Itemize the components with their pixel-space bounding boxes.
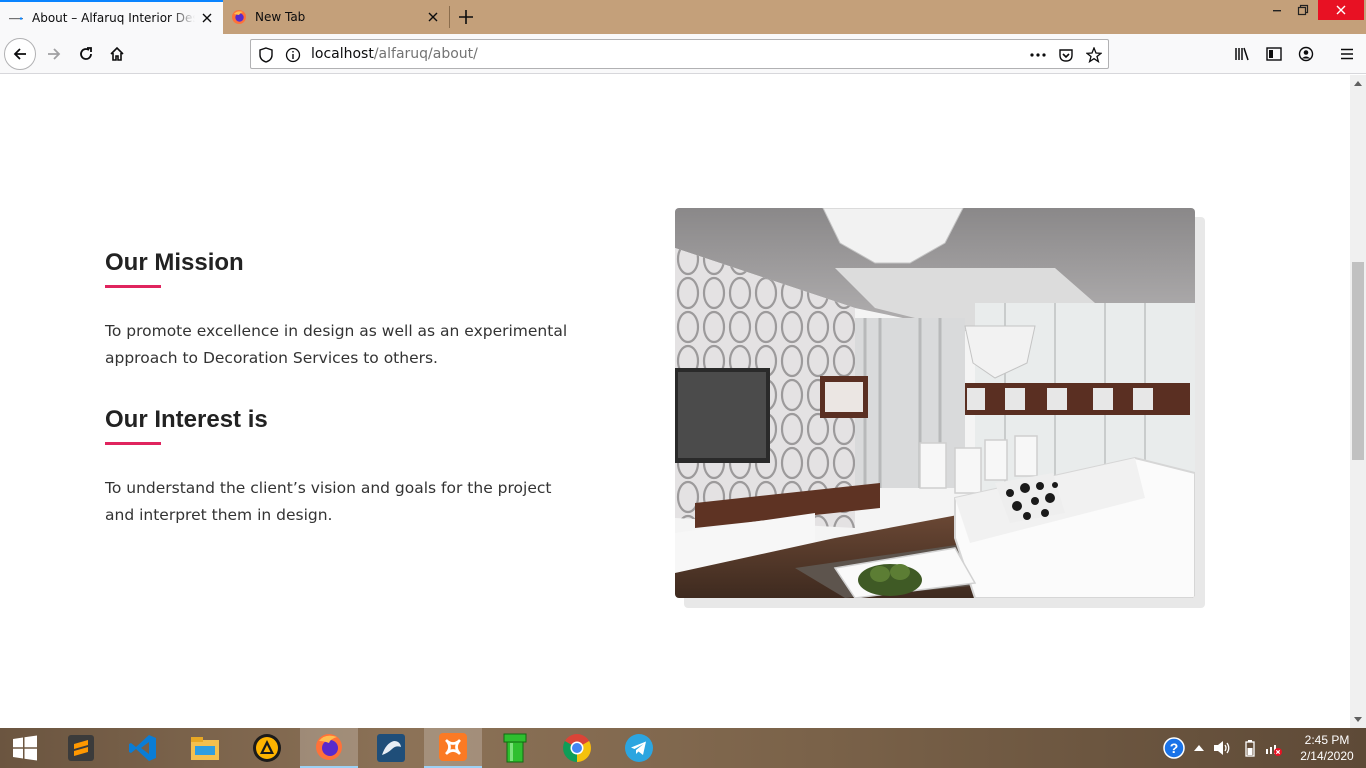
firefox-favicon-icon <box>231 9 247 25</box>
url-bar[interactable]: localhost/alfaruq/about/ <box>250 39 1109 69</box>
close-tab-icon[interactable] <box>195 6 219 30</box>
menu-button[interactable] <box>1331 38 1363 70</box>
library-icon <box>1235 47 1249 61</box>
scrollbar-thumb[interactable] <box>1352 262 1364 460</box>
sidebar-icon <box>1266 47 1282 61</box>
bookmark-star-icon[interactable] <box>1085 46 1103 64</box>
clock-date: 2/14/2020 <box>1300 749 1354 763</box>
restore-window-icon[interactable] <box>1291 0 1315 20</box>
interest-text: To understand the client’s vision and go… <box>105 479 552 524</box>
browser-titlebar: About – Alfaruq Interior Design New Tab <box>0 0 1366 34</box>
network-disconnected-icon[interactable] <box>1262 728 1284 768</box>
show-hidden-icons-chevron-icon[interactable] <box>1190 728 1208 768</box>
site-info-icon[interactable] <box>284 46 302 64</box>
tab-about[interactable]: About – Alfaruq Interior Design <box>0 0 223 34</box>
sidebar-button[interactable] <box>1258 38 1290 70</box>
close-window-icon[interactable] <box>1318 0 1364 20</box>
home-button[interactable] <box>101 38 133 70</box>
battery-icon[interactable] <box>1240 728 1260 768</box>
scroll-up-arrow-icon[interactable] <box>1353 78 1363 88</box>
page-actions-icon[interactable] <box>1029 46 1047 64</box>
file-explorer-icon[interactable] <box>176 728 234 768</box>
loading-favicon-icon <box>8 10 24 26</box>
interest-heading: Our Interest is <box>105 406 268 433</box>
aimp-icon[interactable] <box>238 728 296 768</box>
page-scrollbar[interactable] <box>1350 75 1366 728</box>
windows-taskbar: ? 2:45 PM 2/14/2020 <box>0 728 1366 768</box>
vscode-icon[interactable] <box>114 728 172 768</box>
forward-button[interactable] <box>38 38 70 70</box>
telegram-icon[interactable] <box>610 728 668 768</box>
browser-navbar: localhost/alfaruq/about/ <box>0 34 1366 74</box>
volume-icon[interactable] <box>1210 728 1234 768</box>
sublime-text-icon[interactable] <box>52 728 110 768</box>
interest-heading-underline <box>105 442 161 445</box>
tab-new-tab[interactable]: New Tab <box>223 0 449 34</box>
xampp-icon[interactable] <box>424 728 482 768</box>
account-button[interactable] <box>1290 38 1322 70</box>
url-text[interactable]: localhost/alfaruq/about/ <box>311 46 478 62</box>
url-host: localhost <box>311 46 374 62</box>
forward-arrow-icon <box>48 48 61 60</box>
close-tab-icon[interactable] <box>421 5 445 29</box>
green-pipe-icon[interactable] <box>486 728 544 768</box>
tab-title: About – Alfaruq Interior Design <box>32 11 195 25</box>
start-windows-icon[interactable] <box>0 728 50 768</box>
minimize-window-icon[interactable] <box>1266 0 1288 20</box>
library-button[interactable] <box>1226 38 1258 70</box>
tracking-shield-icon[interactable] <box>257 46 275 64</box>
mission-text: To promote excellence in design as well … <box>105 322 568 367</box>
hamburger-menu-icon <box>1341 48 1353 60</box>
firefox-icon[interactable] <box>300 728 358 768</box>
help-icon[interactable]: ? <box>1160 728 1188 768</box>
mission-heading: Our Mission <box>105 249 244 276</box>
scroll-down-arrow-icon[interactable] <box>1353 715 1363 725</box>
tab-title: New Tab <box>255 10 306 24</box>
tab-separator <box>449 6 450 28</box>
clock-time: 2:45 PM <box>1304 733 1350 747</box>
home-icon <box>110 46 124 61</box>
back-button[interactable] <box>4 38 36 70</box>
page-viewport: Our Mission To promote excellence in des… <box>0 75 1350 728</box>
account-icon <box>1298 46 1314 62</box>
svg-text:?: ? <box>1170 740 1179 756</box>
back-arrow-icon <box>13 48 26 60</box>
pocket-icon[interactable] <box>1057 46 1075 64</box>
reload-icon <box>80 47 92 60</box>
reload-button[interactable] <box>70 38 102 70</box>
new-tab-plus-icon[interactable] <box>452 3 480 31</box>
system-clock[interactable]: 2:45 PM 2/14/2020 <box>1288 732 1366 764</box>
mission-heading-underline <box>105 285 161 288</box>
url-path: /alfaruq/about/ <box>373 46 478 62</box>
chrome-icon[interactable] <box>548 728 606 768</box>
interior-photo <box>675 208 1195 598</box>
mysql-workbench-icon[interactable] <box>362 728 420 768</box>
